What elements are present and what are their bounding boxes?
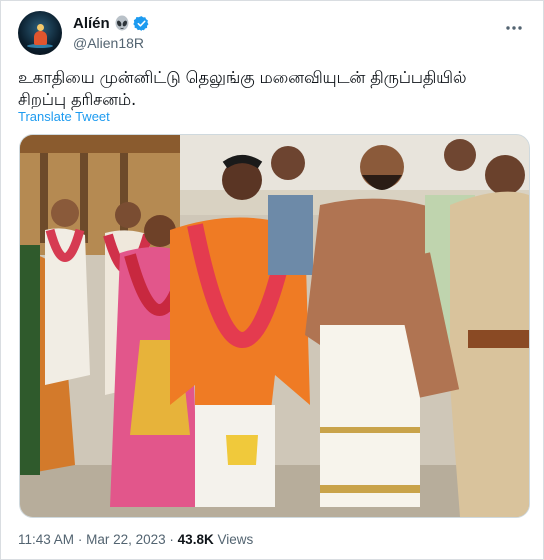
author-names: Alíén @Alien18R xyxy=(73,13,150,51)
verified-badge-icon xyxy=(132,15,149,31)
tweet-text-line2: சிறப்பு தரிசனம். xyxy=(18,90,137,109)
avatar[interactable] xyxy=(18,11,62,55)
tweet-text-line1: உகாதியை முன்னிட்டு தெலுங்கு மனைவியுடன் த… xyxy=(18,68,467,87)
display-name[interactable]: Alíén xyxy=(73,15,110,32)
tweet-time[interactable]: 11:43 AM xyxy=(18,532,74,547)
meta-separator: · xyxy=(169,532,174,547)
tweet-date[interactable]: Mar 22, 2023 xyxy=(86,532,166,547)
tweet-card: Alíén @Alien18R உகாதியை முன்னிட்டு தெலுங… xyxy=(0,0,544,560)
tweet-photo[interactable] xyxy=(19,134,530,518)
meta-separator: · xyxy=(77,532,83,547)
translate-tweet-link[interactable]: Translate Tweet xyxy=(18,109,110,124)
views-label: Views xyxy=(217,532,254,547)
tweet-header: Alíén @Alien18R xyxy=(18,11,531,55)
temple-visit-photo xyxy=(20,135,529,517)
more-horizontal-icon[interactable] xyxy=(503,17,525,39)
display-name-row: Alíén xyxy=(73,13,150,33)
tweet-meta: 11:43 AM · Mar 22, 2023 · 43.8K Views xyxy=(18,532,253,547)
handle[interactable]: @Alien18R xyxy=(73,35,150,51)
views-count: 43.8K xyxy=(177,532,214,547)
alien-emoji-icon xyxy=(115,15,129,31)
tweet-text: உகாதியை முன்னிட்டு தெலுங்கு மனைவியுடன் த… xyxy=(18,67,528,111)
